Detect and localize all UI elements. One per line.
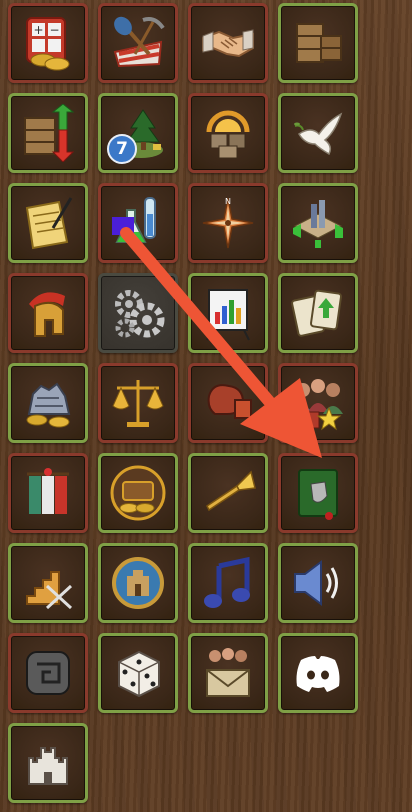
mail-people-icon — [206, 648, 250, 697]
tile-castle[interactable] — [8, 723, 88, 803]
tile-pyramid-swords[interactable] — [8, 543, 88, 623]
dice-icon — [118, 650, 160, 698]
tile-event-tree[interactable]: 7 — [98, 93, 178, 173]
tile-heroes-group[interactable] — [278, 363, 358, 443]
tile-research-flask[interactable] — [98, 183, 178, 263]
stone-rune-icon — [26, 651, 70, 695]
tile-peace-dove[interactable] — [278, 93, 358, 173]
svg-text:N: N — [225, 197, 231, 206]
shovel-pickaxe-icon — [113, 16, 165, 68]
menu-grid: + − 7 N — [0, 0, 412, 812]
pyramid-swords-icon — [26, 571, 73, 610]
tile-compass[interactable]: N — [188, 183, 268, 263]
tile-stone-rune[interactable] — [8, 633, 88, 713]
tile-cards[interactable] — [278, 273, 358, 353]
highlight-marker — [112, 217, 134, 235]
scroll-quill-icon — [25, 197, 73, 250]
tile-treasure-chest[interactable] — [98, 453, 178, 533]
compass-icon: N — [202, 197, 254, 249]
tile-guild-treasury[interactable] — [8, 363, 88, 443]
tile-trumpet[interactable] — [188, 453, 268, 533]
tile-spartan-helmet[interactable] — [8, 273, 88, 353]
music-note-icon — [204, 556, 250, 608]
tile-crates[interactable] — [278, 3, 358, 83]
tile-speaker[interactable] — [278, 543, 358, 623]
discord-icon — [296, 656, 340, 692]
tile-scroll-quill[interactable] — [8, 183, 88, 263]
calculator-coins-icon: + − — [26, 17, 70, 71]
treasure-chest-icon — [110, 465, 166, 521]
tile-music[interactable] — [188, 543, 268, 623]
tile-calculator-coins[interactable]: + − — [8, 3, 88, 83]
tile-shovel-pickaxe[interactable] — [98, 3, 178, 83]
tile-boxing-glove[interactable] — [188, 363, 268, 443]
crates-icon — [296, 23, 342, 63]
tile-statistics[interactable] — [188, 273, 268, 353]
tile-shield-book[interactable] — [278, 453, 358, 533]
svg-text:−: − — [49, 23, 59, 37]
spartan-helmet-icon — [29, 292, 65, 337]
castle-medallion-icon — [112, 557, 164, 609]
city-overview-icon — [293, 200, 343, 248]
svg-text:+: + — [33, 23, 43, 37]
balance-scales-icon — [112, 380, 164, 427]
crate-exchange-icon — [24, 104, 75, 162]
statistics-easel-icon — [206, 289, 250, 341]
tile-crate-exchange[interactable] — [8, 93, 88, 173]
sunrise-blocks-icon — [206, 110, 250, 159]
speaker-icon — [294, 560, 338, 606]
tile-settings[interactable] — [98, 273, 178, 353]
tile-sunrise-blocks[interactable] — [188, 93, 268, 173]
shield-book-icon — [298, 469, 338, 520]
trumpet-icon — [206, 470, 256, 512]
tile-discord[interactable] — [278, 633, 358, 713]
tile-handshake[interactable] — [188, 3, 268, 83]
boxing-glove-icon — [207, 384, 252, 419]
tile-balance-scales[interactable] — [98, 363, 178, 443]
guild-treasury-icon — [26, 382, 71, 428]
tile-castle-medallion[interactable] — [98, 543, 178, 623]
castle-icon — [28, 747, 68, 785]
tile-mail-people[interactable] — [188, 633, 268, 713]
tile-city-overview[interactable] — [278, 183, 358, 263]
cards-icon — [291, 289, 342, 337]
tile-banners[interactable] — [8, 453, 88, 533]
settings-gears-icon — [115, 290, 165, 338]
banners-icon — [27, 468, 69, 514]
tile-dice[interactable] — [98, 633, 178, 713]
handshake-icon — [202, 29, 254, 58]
notification-badge: 7 — [107, 134, 137, 164]
heroes-group-icon — [293, 379, 343, 431]
peace-dove-icon — [294, 112, 343, 156]
